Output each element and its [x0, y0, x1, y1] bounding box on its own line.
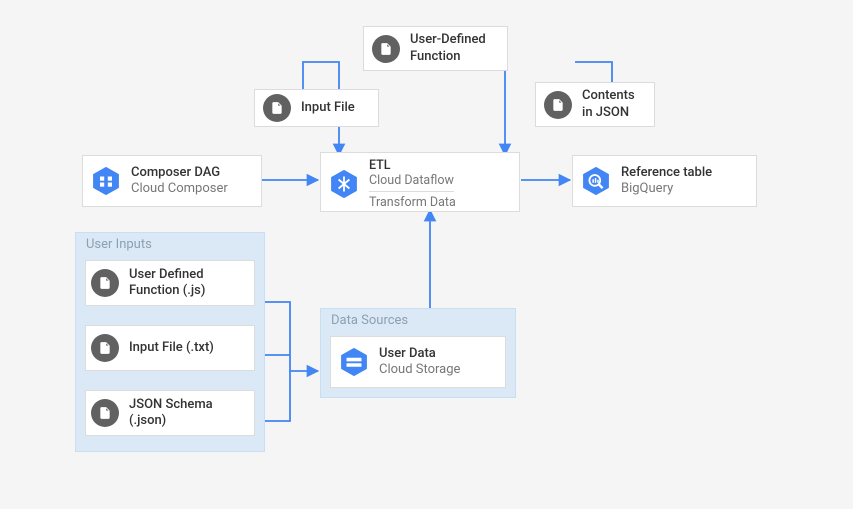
- node-user-data: User DataCloud Storage: [330, 336, 506, 388]
- node-input-file: Input File: [254, 89, 379, 127]
- node-label: User Data: [379, 346, 436, 361]
- bigquery-icon: [581, 166, 611, 196]
- dataflow-icon: [329, 169, 359, 199]
- file-icon: [91, 399, 119, 427]
- node-udf-js: User DefinedFunction (.js): [85, 260, 255, 306]
- node-sub: Function (.js): [129, 283, 205, 298]
- node-contents-json: Contents in JSON: [535, 82, 655, 127]
- node-sub: Function: [410, 49, 461, 64]
- node-label: Contents: [582, 88, 635, 103]
- node-sub: in JSON: [582, 105, 629, 120]
- file-icon: [544, 91, 572, 119]
- node-udf: User-Defined Function: [363, 26, 508, 71]
- node-reftable: Reference tableBigQuery: [572, 155, 757, 207]
- node-sub: BigQuery: [621, 181, 673, 196]
- file-icon: [91, 269, 119, 297]
- node-composer: Composer DAGCloud Composer: [82, 155, 262, 207]
- node-json-schema: JSON Schema(.json): [85, 390, 255, 436]
- node-sub: Cloud Dataflow: [369, 173, 454, 192]
- node-input-txt: Input File (.txt): [85, 325, 255, 371]
- node-label: User Defined: [129, 267, 204, 282]
- node-label: ETL: [369, 158, 391, 173]
- node-sub: (.json): [129, 413, 166, 428]
- node-label: Composer DAG: [131, 165, 220, 180]
- arrow-userinputs-datasources: [257, 302, 318, 371]
- composer-icon: [91, 166, 121, 196]
- node-sub: Cloud Storage: [379, 362, 460, 377]
- node-etl: ETL Cloud Dataflow Transform Data: [320, 152, 520, 212]
- node-label: User-Defined: [410, 32, 486, 47]
- cloud-storage-icon: [339, 347, 369, 377]
- file-icon: [372, 35, 400, 63]
- node-note: Transform Data: [369, 195, 456, 210]
- node-label: JSON Schema: [129, 397, 213, 412]
- node-label: Input File: [301, 100, 355, 115]
- file-icon: [263, 94, 291, 122]
- node-label: Reference table: [621, 165, 712, 180]
- node-label: Input File (.txt): [129, 340, 214, 355]
- node-sub: Cloud Composer: [131, 181, 228, 196]
- panel-title: User Inputs: [86, 237, 152, 252]
- panel-title: Data Sources: [331, 313, 408, 328]
- file-icon: [91, 334, 119, 362]
